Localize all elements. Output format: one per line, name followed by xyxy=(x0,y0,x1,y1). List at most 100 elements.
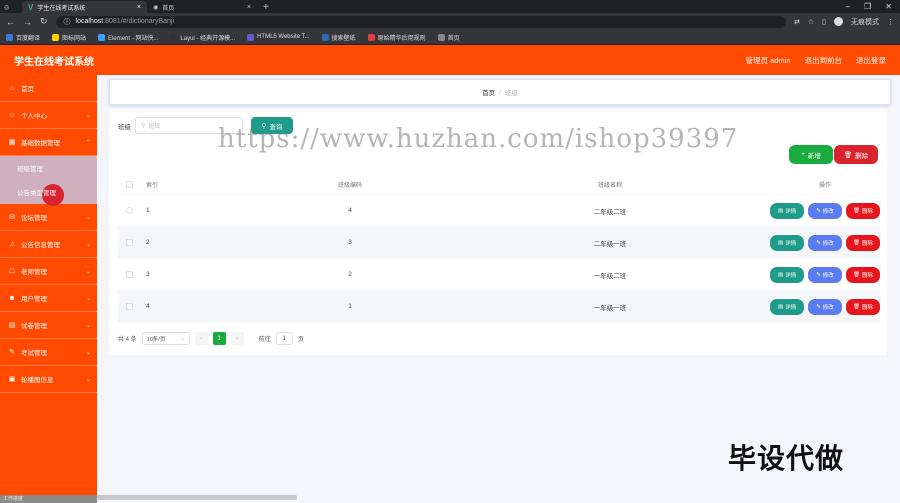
bookmark-icon xyxy=(321,33,329,41)
trash-icon: 🗑︎ xyxy=(853,303,860,310)
forward-icon[interactable]: → xyxy=(23,17,32,27)
delete-button[interactable]: 🗑︎ 删除 xyxy=(846,266,880,283)
sidebar-item-teacher[interactable]: ☖ 老师管理 ⌄ xyxy=(0,258,97,285)
profile-avatar[interactable] xyxy=(834,17,843,26)
edit-button[interactable]: ✎ 修改 xyxy=(808,202,842,219)
sidebar-item-profile[interactable]: ☺ 个人中心 ⌄ xyxy=(0,102,97,129)
back-icon[interactable]: ← xyxy=(6,17,15,27)
sidebar-subitem-class[interactable]: 班级管理 xyxy=(0,156,97,180)
bookmark-icon xyxy=(6,33,13,41)
address-bar[interactable]: ⓘ localhost:8081/#/dictionaryBanji xyxy=(55,15,786,28)
translate-icon[interactable]: ⇄ xyxy=(794,18,800,26)
detail-button[interactable]: ▤ 详情 xyxy=(770,234,804,251)
breadcrumb-separator: / xyxy=(499,88,501,96)
row-checkbox[interactable] xyxy=(125,207,133,214)
sidepanel-icon[interactable]: ▯ xyxy=(822,18,826,26)
sidebar-item-notice[interactable]: ♫ 公告信息管理 ⌄ xyxy=(0,231,97,258)
breadcrumb: 首页 / 班级 xyxy=(109,79,891,105)
sidebar-item-paper[interactable]: ▤ 试卷管理 ⌄ xyxy=(0,312,97,339)
globe-icon: ◉ xyxy=(153,4,159,11)
pagination-total: 共 4 条 xyxy=(118,337,137,343)
sidebar-item-basic-data[interactable]: ▦ 基础数据管理 ⌃ xyxy=(0,129,97,156)
new-tab-button[interactable]: + xyxy=(257,2,275,13)
select-all-checkbox[interactable] xyxy=(125,181,133,188)
bookmark-item[interactable]: Layui - 经典开源模... xyxy=(170,33,235,42)
plus-icon: + xyxy=(801,151,805,158)
home-icon: ⌂ xyxy=(9,84,15,92)
row-checkbox[interactable] xyxy=(125,303,133,310)
prev-page-button[interactable]: ‹ xyxy=(194,332,208,345)
header-ops: 操作 xyxy=(818,183,831,189)
chevron-down-icon: ⌄ xyxy=(85,268,91,275)
header-actions: 管理员 admin 退出到前台 退出登录 xyxy=(745,55,886,66)
chevron-down-icon: ⌄ xyxy=(85,376,91,383)
row-checkbox[interactable] xyxy=(125,239,133,246)
browser-tab-exam[interactable]: V 学生在线考试系统 × xyxy=(22,1,147,13)
table-row: 2 3 二年级一班 ▤ 详情 ✎ 修改 🗑︎ 删除 xyxy=(118,227,880,259)
chat-icon: ✉ xyxy=(9,214,15,221)
sidebar-subitem-notice-type[interactable]: 公告类型管理 xyxy=(0,180,97,206)
table-header: 索引 班级编码 班级名称 操作 xyxy=(118,175,880,195)
detail-button[interactable]: ▤ 详情 xyxy=(770,202,804,219)
row-checkbox[interactable] xyxy=(125,271,133,278)
goto-page-input[interactable]: 1 xyxy=(275,332,293,345)
close-window-icon[interactable]: ✕ xyxy=(885,2,892,11)
delete-button[interactable]: 🗑︎ 删除 xyxy=(846,202,880,219)
close-icon[interactable]: × xyxy=(137,4,141,11)
minimize-icon[interactable]: – xyxy=(846,2,850,11)
search-label: 班级 xyxy=(118,123,131,131)
edit-icon: ✎ xyxy=(816,239,821,246)
bookmark-item[interactable]: 搜索壁纸 xyxy=(321,33,356,42)
page-number-current[interactable]: 1 xyxy=(212,332,226,345)
header-name: 班级名称 xyxy=(597,183,622,189)
bookmark-item[interactable]: HTML5 Website T... xyxy=(247,33,310,41)
edit-button[interactable]: ✎ 修改 xyxy=(808,298,842,315)
delete-button[interactable]: 🗑︎ 删除 xyxy=(846,298,880,315)
star-icon[interactable]: ☆ xyxy=(808,18,814,26)
app-header: 学生在线考试系统 管理员 admin 退出到前台 退出登录 xyxy=(0,45,900,75)
sidebar-item-exam[interactable]: ✎ 考试管理 ⌄ xyxy=(0,339,97,366)
page-unit-label: 页 xyxy=(297,337,304,343)
bookmark-item[interactable]: Element - 网站快... xyxy=(98,33,158,42)
close-icon[interactable]: × xyxy=(247,4,251,11)
reload-icon[interactable]: ↻ xyxy=(40,16,48,27)
sidebar-item-carousel[interactable]: ▣ 轮播图信息 ⌄ xyxy=(0,366,97,393)
page-size-select[interactable]: 10条/页 ⌄ xyxy=(141,332,190,345)
detail-icon: ▤ xyxy=(777,271,784,278)
table-row: 3 2 一年级二班 ▤ 详情 ✎ 修改 🗑︎ 删除 xyxy=(118,259,880,291)
bookmark-icon xyxy=(437,33,445,41)
horizontal-scrollbar[interactable] xyxy=(97,495,297,500)
add-button[interactable]: + 新增 xyxy=(789,145,833,164)
edit-button[interactable]: ✎ 修改 xyxy=(808,266,842,283)
delete-button[interactable]: 🗑︎ 删除 xyxy=(846,234,880,251)
detail-button[interactable]: ▤ 详情 xyxy=(770,298,804,315)
info-icon: ⓘ xyxy=(63,18,71,26)
detail-button[interactable]: ▤ 详情 xyxy=(770,266,804,283)
maximize-icon[interactable]: ❐ xyxy=(864,2,871,11)
watermark-text: https://www.huzhan.com/ishop39397 xyxy=(218,124,739,154)
edit-button[interactable]: ✎ 修改 xyxy=(808,234,842,251)
url-host: localhost xyxy=(75,18,104,25)
sidebar-item-home[interactable]: ⌂ 首页 xyxy=(0,75,97,102)
breadcrumb-home[interactable]: 首页 xyxy=(482,87,495,97)
batch-delete-button[interactable]: 🗑︎ 删除 xyxy=(834,145,878,164)
more-icon[interactable]: ⋮ xyxy=(887,18,894,26)
bookmark-icon xyxy=(367,33,375,41)
detail-icon: ▤ xyxy=(777,207,784,214)
bookmark-item[interactable]: 首页 xyxy=(437,33,460,42)
profile-label[interactable]: 无痕模式 xyxy=(851,17,879,27)
cell-code: 2 xyxy=(348,271,352,278)
browser-tab-placeholder[interactable]: ◎ xyxy=(0,1,22,13)
bookmark-item[interactable]: 图标网站 xyxy=(52,33,86,42)
bookmark-item[interactable]: 百度翻译 xyxy=(6,33,40,42)
submenu-basic-data: 班级管理 公告类型管理 xyxy=(0,156,97,206)
logout-link[interactable]: 退出登录 xyxy=(856,55,886,66)
back-to-front-link[interactable]: 退出到前台 xyxy=(805,55,843,66)
sidebar-item-users[interactable]: ☻ 用户管理 ⌄ xyxy=(0,285,97,312)
bookmark-item[interactable]: 原始精华后用规则 xyxy=(367,33,426,42)
browser-tab-home[interactable]: ◉ 首页 × xyxy=(147,1,257,13)
vue-logo-icon: V xyxy=(28,2,34,12)
sidebar-item-forum[interactable]: ✉ 论坛管理 ⌄ xyxy=(0,204,97,231)
browser-right-icons: ⇄ ☆ ▯ 无痕模式 ⋮ xyxy=(794,17,894,27)
next-page-button[interactable]: › xyxy=(230,332,244,345)
